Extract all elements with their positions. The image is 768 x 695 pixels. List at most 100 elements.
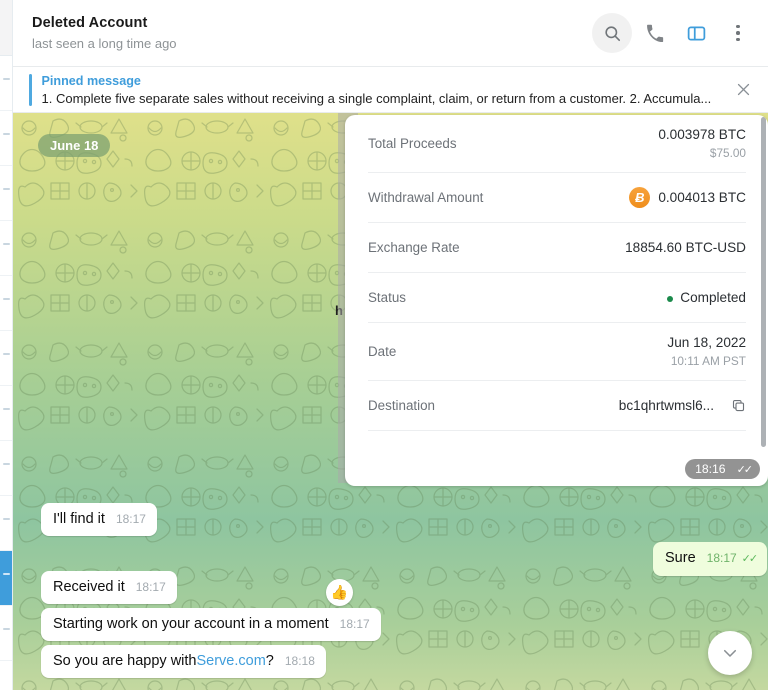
transaction-value-stack: 18854.60 BTC-USD — [625, 239, 746, 257]
chat-header-actions — [592, 13, 758, 53]
transaction-row-label: Destination — [368, 397, 435, 413]
window-bottom-edge — [0, 690, 768, 695]
sidebar-toggle-button[interactable] — [676, 13, 716, 53]
transaction-row-label: Date — [368, 343, 397, 359]
copy-icon[interactable] — [731, 398, 746, 413]
transaction-value-main: 0.004013 BTC — [658, 189, 746, 205]
transaction-row-label: Total Proceeds — [368, 135, 457, 151]
transaction-row: Destination bc1qhrtwmsl6... — [368, 381, 746, 431]
sidebar-toggle-icon — [687, 26, 705, 40]
transaction-card-scrollbar[interactable] — [761, 117, 766, 447]
scroll-to-bottom-button[interactable] — [708, 631, 752, 675]
chevron-down-icon — [723, 649, 737, 657]
call-button[interactable] — [634, 13, 674, 53]
transaction-value-stack: bc1qhrtwmsl6... — [619, 397, 714, 415]
transaction-value-sub: 10:11 AM PST — [670, 354, 746, 368]
transaction-row-value: 18854.60 BTC-USD — [625, 239, 746, 257]
message-bubble-outgoing[interactable]: Sure 18:17 ✓✓ — [653, 542, 768, 576]
chat-list-item[interactable] — [0, 56, 12, 111]
pinned-body: 1. Complete five separate sales without … — [41, 90, 712, 106]
message-time: 18:17 — [135, 580, 166, 594]
message-time: 18:17 — [339, 617, 370, 631]
transaction-row: Exchange Rate 18854.60 BTC-USD — [368, 223, 746, 273]
message-text: I'll find it — [53, 511, 105, 527]
transaction-row-value: 0.003978 BTC $75.00 — [658, 126, 746, 161]
transaction-value-stack: Completed — [667, 289, 746, 307]
chat-list-item[interactable] — [0, 166, 12, 221]
message-text-suffix: ? — [265, 653, 274, 669]
transaction-row-value: Jun 18, 2022 10:11 AM PST — [667, 334, 746, 369]
transaction-row: Withdrawal Amount Ƀ 0.004013 BTC — [368, 173, 746, 223]
transaction-row: Date Jun 18, 2022 10:11 AM PST — [368, 323, 746, 381]
chat-list-item-selected[interactable] — [0, 551, 12, 606]
message-text: Sure — [665, 550, 696, 566]
transaction-row: Status Completed — [368, 273, 746, 323]
message-bubble-incoming[interactable]: So you are happy with Serve.com ? 18:18 — [41, 645, 326, 678]
chat-list-item[interactable] — [0, 386, 12, 441]
transaction-card-scroll-area[interactable]: Total Proceeds 0.003978 BTC $75.00 Withdraw… — [345, 115, 768, 486]
transaction-row-label: Exchange Rate — [368, 239, 460, 255]
message-link[interactable]: Serve.com — [196, 652, 265, 671]
chat-list-header — [0, 0, 12, 56]
search-button[interactable] — [592, 13, 632, 53]
transaction-value-main: 0.003978 BTC — [658, 127, 746, 142]
bitcoin-icon: Ƀ — [629, 187, 651, 208]
chat-list-item[interactable] — [0, 496, 12, 551]
floating-date-badge[interactable]: June 18 — [38, 134, 111, 157]
message-time: 18:17 — [115, 512, 146, 526]
thumbs-up-reaction[interactable]: 👍 — [326, 579, 353, 606]
message-text: Starting work on your account in a momen… — [53, 616, 329, 632]
transaction-value-main: Completed — [667, 289, 746, 307]
telegram-window: Deleted Account last seen a long time ag… — [0, 0, 768, 695]
chat-list-item[interactable] — [0, 276, 12, 331]
more-menu-button[interactable] — [718, 13, 758, 53]
chat-title: Deleted Account — [32, 14, 148, 31]
pinned-text-wrap: Pinned message 1. Complete five separate… — [42, 73, 731, 107]
transaction-row: Total Proceeds 0.003978 BTC $75.00 — [368, 115, 746, 173]
message-text: So you are happy with — [53, 653, 197, 669]
message-time: 18:17 — [706, 551, 737, 565]
chat-list-item[interactable] — [0, 331, 12, 386]
chat-list-item[interactable] — [0, 441, 12, 496]
chat-header: Deleted Account last seen a long time ag… — [13, 0, 768, 67]
chat-subtitle: last seen a long time ago — [32, 35, 177, 51]
pinned-label: Pinned message — [41, 73, 141, 88]
more-vertical-icon — [736, 24, 740, 42]
transaction-row-label: Withdrawal Amount — [368, 189, 484, 205]
chat-list-item[interactable] — [0, 606, 12, 661]
pinned-stripe — [29, 73, 32, 106]
message-text: Received it — [53, 579, 125, 595]
card-timestamp-pill: 18:16 ✓✓ — [685, 459, 760, 479]
transaction-value-main: bc1qhrtwmsl6... — [618, 397, 714, 413]
search-icon — [604, 25, 620, 41]
chat-header-titles[interactable]: Deleted Account last seen a long time ag… — [32, 14, 592, 53]
phone-icon — [646, 24, 663, 42]
close-icon — [737, 83, 749, 96]
transaction-value-stack: 0.004013 BTC — [658, 189, 746, 207]
transaction-row-value: bc1qhrtwmsl6... — [619, 397, 746, 415]
transaction-value-stack: 0.003978 BTC $75.00 — [658, 126, 746, 161]
chat-list-item[interactable] — [0, 111, 12, 166]
message-time: 18:18 — [284, 654, 315, 668]
transaction-value-main: 18854.60 BTC-USD — [625, 239, 746, 255]
transaction-value-stack: Jun 18, 2022 10:11 AM PST — [667, 334, 746, 369]
read-ticks-icon: ✓✓ — [736, 463, 754, 476]
message-area[interactable]: h Total Proceeds0.003978 BTC$75.00Withdr… — [13, 113, 768, 695]
transaction-value-sub: $75.00 — [709, 146, 746, 160]
status-dot-icon — [667, 295, 674, 302]
card-time: 18:16 — [695, 462, 726, 476]
pinned-close-button[interactable] — [730, 77, 756, 103]
message-bubble-incoming[interactable]: Starting work on your account in a momen… — [41, 608, 381, 641]
transaction-detail-card[interactable]: Total Proceeds 0.003978 BTC $75.00 Withdraw… — [345, 115, 768, 486]
transaction-row-label: Status — [368, 289, 406, 305]
chat-list-sidebar[interactable] — [0, 0, 13, 695]
message-bubble-incoming[interactable]: I'll find it 18:17 — [41, 503, 157, 536]
transaction-value-main: Jun 18, 2022 — [667, 335, 746, 350]
transaction-row-value: Ƀ 0.004013 BTC — [629, 187, 746, 208]
chat-list-item[interactable] — [0, 221, 12, 276]
transaction-row-list: Total Proceeds 0.003978 BTC $75.00 Withdraw… — [345, 115, 768, 431]
pinned-message-bar[interactable]: Pinned message 1. Complete five separate… — [13, 67, 768, 113]
transaction-row-value: Completed — [667, 289, 746, 307]
read-ticks-icon: ✓✓ — [741, 553, 759, 565]
message-bubble-incoming[interactable]: Received it 18:17 — [41, 571, 177, 604]
